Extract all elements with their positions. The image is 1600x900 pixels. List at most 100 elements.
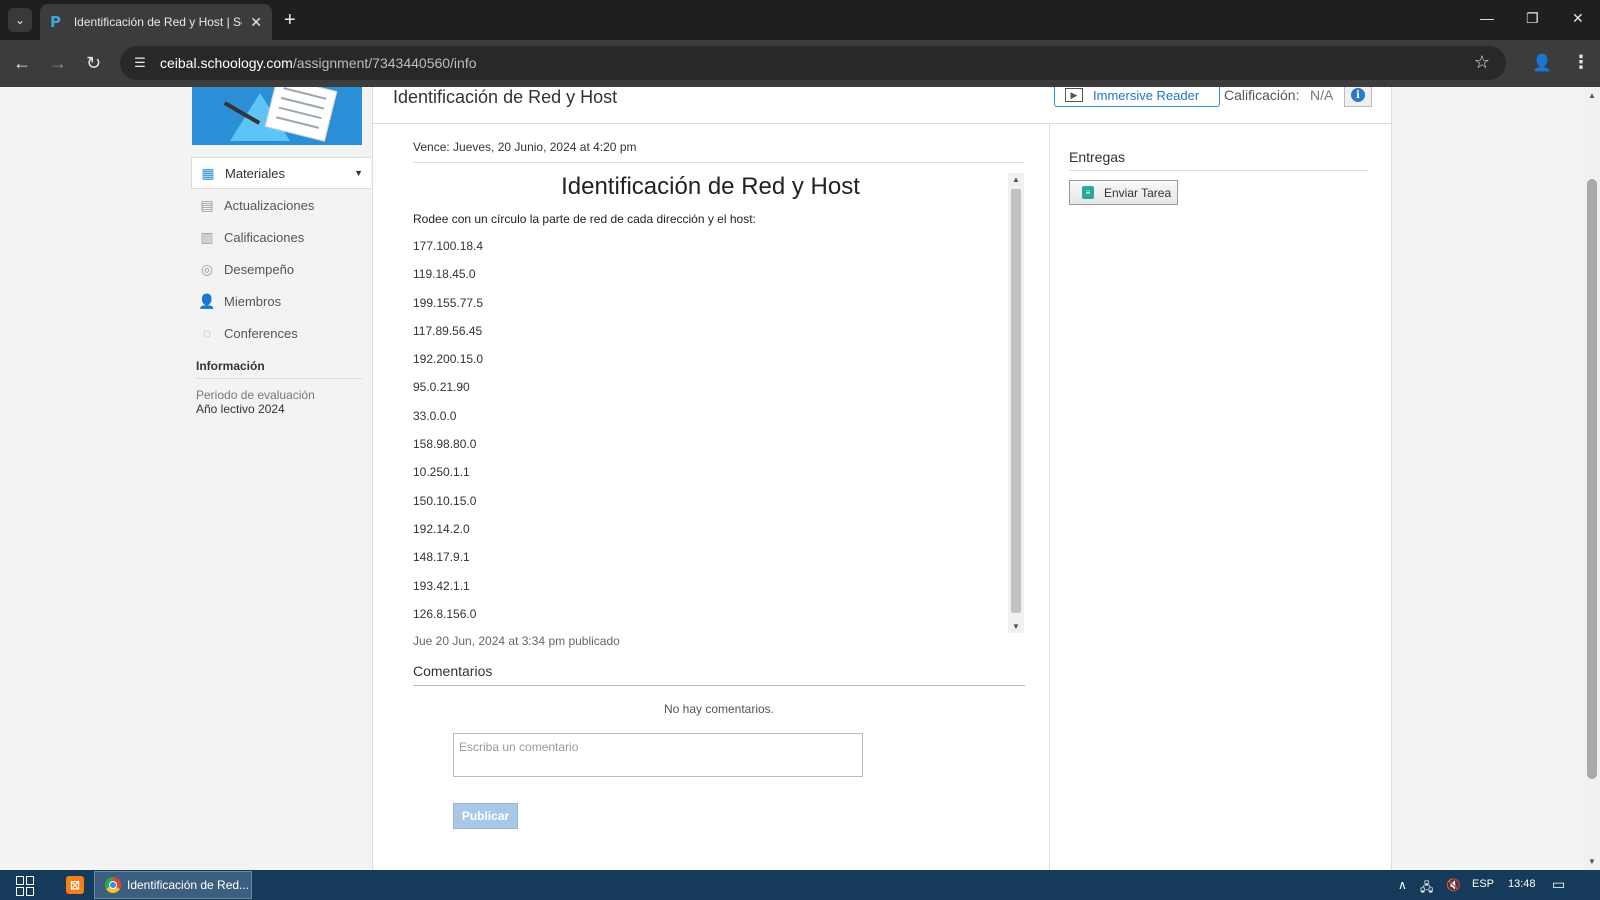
info-icon: i: [1351, 88, 1365, 102]
scroll-down-arrow-icon[interactable]: ▼: [1588, 857, 1596, 866]
notifications-icon[interactable]: ▭: [1552, 876, 1565, 893]
restore-window-button[interactable]: ❐: [1526, 10, 1539, 27]
materials-icon: ▦: [201, 164, 215, 181]
grading-period-value: Año lectivo 2024: [196, 402, 285, 416]
sidebar-item-calificaciones[interactable]: ▥ Calificaciones: [191, 221, 371, 253]
muted-speaker-icon[interactable]: 🔇: [1446, 878, 1461, 892]
ip-address: 192.200.15.0: [413, 352, 484, 367]
scroll-up-arrow-icon[interactable]: ▲: [1012, 175, 1020, 184]
ip-address: 33.0.0.0: [413, 408, 457, 423]
taskbar-chrome-window[interactable]: Identificación de Red...: [94, 871, 252, 899]
sidebar-item-conferences[interactable]: ◌ Conferences: [191, 317, 371, 349]
ip-address: 199.155.77.5: [413, 295, 484, 310]
info-section-title: Información: [196, 359, 362, 379]
sidebar-item-materiales[interactable]: ▦ Materiales ▼: [191, 157, 371, 189]
document-scrollbar[interactable]: ▲ ▼: [1008, 173, 1024, 633]
close-window-button[interactable]: ✕: [1572, 10, 1584, 27]
immersive-reader-icon: ▶: [1065, 88, 1083, 102]
course-sidebar: ▦ Materiales ▼ ▤ Actualizaciones ▥ Calif…: [191, 157, 371, 349]
reload-icon[interactable]: ↻: [86, 53, 101, 73]
schoology-favicon-icon: P: [50, 13, 61, 31]
divider: [1069, 170, 1369, 171]
page-scrollbar[interactable]: ▲ ▼: [1584, 87, 1600, 870]
browser-tab-active[interactable]: P Identificación de Red y Host | Sc ✕: [40, 4, 272, 40]
ip-address: 158.98.80.0: [413, 437, 477, 452]
page-header: Identificación de Red y Host ▶ Immersive…: [373, 87, 1392, 124]
sidebar-item-miembros[interactable]: 👤 Miembros: [191, 285, 371, 317]
scroll-down-arrow-icon[interactable]: ▼: [1012, 622, 1020, 631]
back-arrow-icon[interactable]: ←: [13, 53, 31, 73]
no-comments-message: No hay comentarios.: [663, 702, 775, 716]
tab-title: Identificación de Red y Host | Sc: [73, 15, 243, 29]
language-indicator[interactable]: ESP: [1472, 878, 1494, 890]
bookmark-star-icon[interactable]: ☆: [1474, 52, 1490, 73]
windows-taskbar: ⊠ Identificación de Red... ∧ 🖧 🔇 ESP 13:…: [0, 870, 1600, 900]
new-tab-button[interactable]: +: [284, 9, 296, 31]
immersive-reader-button[interactable]: ▶ Immersive Reader: [1054, 87, 1220, 107]
page-viewport: ▦ Materiales ▼ ▤ Actualizaciones ▥ Calif…: [0, 87, 1584, 870]
conferences-icon: ◌: [202, 325, 212, 341]
ip-address: 119.18.45.0: [413, 267, 476, 282]
sidebar-item-label: Actualizaciones: [224, 197, 315, 213]
ip-address: 148.17.9.1: [413, 550, 470, 565]
publish-comment-button[interactable]: Publicar: [453, 803, 518, 829]
site-info-icon[interactable]: ☰: [132, 55, 148, 71]
ip-address: 117.89.56.45: [413, 323, 483, 338]
immersive-reader-label: Immersive Reader: [1093, 87, 1200, 103]
document-icon: ≡: [1082, 186, 1094, 199]
submit-assignment-button[interactable]: ≡ Enviar Tarea: [1069, 180, 1178, 205]
members-icon: 👤: [198, 292, 216, 309]
browser-menu-icon[interactable]: ⋮: [1572, 52, 1590, 73]
divider: [413, 685, 1025, 686]
scroll-up-arrow-icon[interactable]: ▲: [1588, 91, 1596, 100]
submit-assignment-label: Enviar Tarea: [1104, 185, 1172, 200]
document-instruction: Rodee con un círculo la parte de red de …: [413, 212, 756, 226]
sidebar-item-actualizaciones[interactable]: ▤ Actualizaciones: [191, 189, 371, 221]
ip-address: 95.0.21.90: [413, 380, 470, 395]
page-scroll-thumb[interactable]: [1587, 179, 1597, 779]
sidebar-item-label: Conferences: [224, 325, 298, 341]
url-path: /assignment/7343440560/info: [292, 55, 477, 71]
page-title: Identificación de Red y Host: [393, 87, 618, 107]
url-text[interactable]: ceibal.schoology.com/assignment/73434405…: [160, 55, 477, 71]
xampp-icon[interactable]: ⊠: [66, 876, 84, 894]
address-bar[interactable]: ☰ ceibal.schoology.com/assignment/734344…: [120, 46, 1506, 80]
performance-icon: ◎: [200, 260, 214, 277]
assignment-document-viewer[interactable]: Identificación de Red y Host Rodee con u…: [413, 173, 1028, 633]
grading-period-label: Periodo de evaluación: [196, 388, 315, 402]
comments-title: Comentarios: [413, 663, 493, 679]
document-title: Identificación de Red y Host: [561, 173, 860, 200]
chrome-icon: [105, 877, 121, 893]
clock-time[interactable]: 13:48: [1508, 878, 1536, 890]
tray-chevron-up-icon[interactable]: ∧: [1398, 878, 1407, 892]
course-banner-image: [192, 87, 362, 145]
column-divider: [1049, 124, 1050, 870]
updates-icon: ▤: [200, 196, 214, 213]
start-menu-icon[interactable]: [16, 876, 36, 896]
tab-close-icon[interactable]: ✕: [250, 14, 262, 31]
ip-address: 192.14.2.0: [413, 521, 470, 536]
ip-address: 126.8.156.0: [413, 606, 477, 621]
published-date: Jue 20 Jun, 2024 at 3:34 pm publicado: [413, 634, 620, 648]
tab-search-button[interactable]: ⌄: [8, 8, 32, 32]
document-scroll-thumb[interactable]: [1011, 189, 1021, 613]
divider: [413, 162, 1025, 163]
ip-address: 177.100.18.4: [413, 239, 484, 253]
forward-arrow-icon[interactable]: →: [49, 53, 67, 73]
browser-toolbar: ← → ↻ ☰ ceibal.schoology.com/assignment/…: [0, 40, 1600, 87]
browser-tab-bar: ⌄ P Identificación de Red y Host | Sc ✕ …: [0, 0, 1600, 40]
chevron-down-icon[interactable]: ▼: [354, 168, 363, 178]
network-icon[interactable]: 🖧: [1420, 878, 1433, 899]
sidebar-item-label: Materiales: [225, 165, 285, 181]
assignment-panel: Identificación de Red y Host ▶ Immersive…: [372, 87, 1392, 870]
minimize-window-button[interactable]: —: [1480, 10, 1494, 26]
comment-input[interactable]: [453, 733, 863, 777]
profile-icon[interactable]: 👤: [1531, 52, 1553, 74]
ip-address: 150.10.15.0: [413, 493, 477, 508]
sidebar-item-label: Miembros: [224, 293, 282, 309]
sidebar-item-label: Calificaciones: [224, 229, 305, 245]
sidebar-item-desempeno[interactable]: ◎ Desempeño: [191, 253, 371, 285]
grade-info-button[interactable]: i: [1344, 87, 1372, 107]
due-date: Vence: Jueves, 20 Junio, 2024 at 4:20 pm: [413, 140, 637, 154]
taskbar-window-label: Identificación de Red...: [127, 878, 250, 892]
